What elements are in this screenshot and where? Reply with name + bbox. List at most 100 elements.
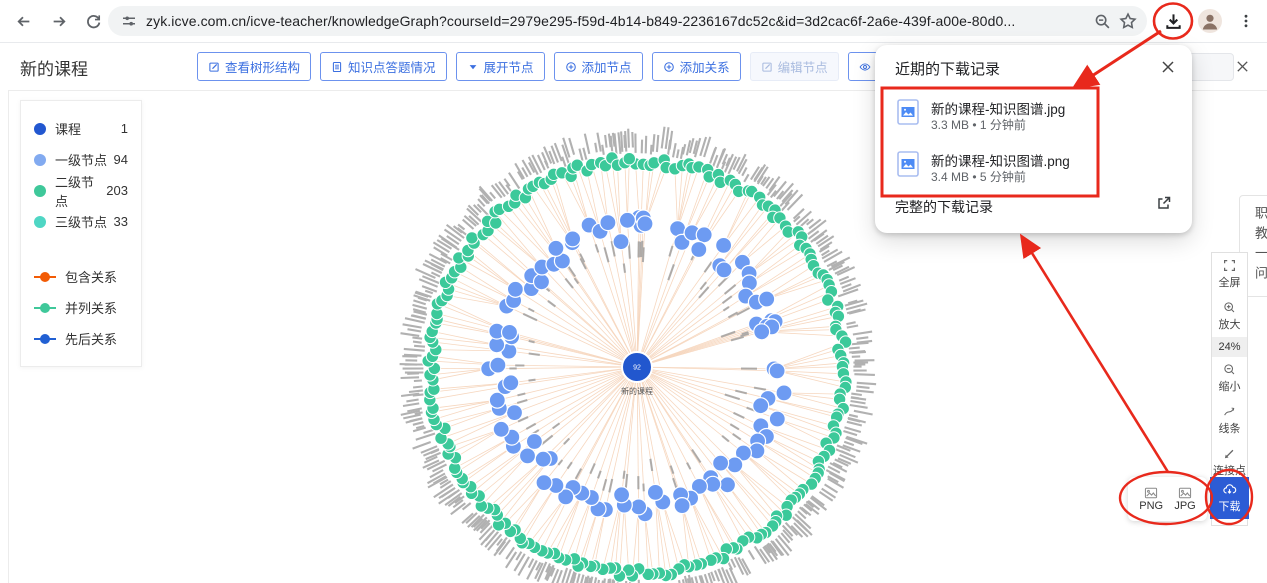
download-button-label: 下载 [1219,498,1241,514]
edit-square-icon [208,61,220,73]
line-curve-icon [1223,405,1236,418]
caret-down-icon [467,61,479,73]
download-item[interactable]: 新的课程-知识图谱.png3.4 MB • 5 分钟前 [875,149,1192,197]
close-icon[interactable] [1235,59,1251,75]
full-download-history-link[interactable]: 完整的下载记录 [895,197,993,217]
back-icon[interactable] [10,8,36,34]
legend-label: 包含关系 [65,267,128,286]
address-bar[interactable]: zyk.icve.com.cn/icve-teacher/knowledgeGr… [108,6,1147,36]
legend-label: 二级节点 [55,172,106,210]
document-icon [331,61,343,73]
image-file-icon [897,99,919,125]
pen-icon [1223,447,1236,460]
zoom-in-icon [1223,301,1236,314]
graph-legend: 课程1一级节点94二级节点203三级节点33包含关系并列关系先后关系 [20,100,142,367]
legend-relation-icon [34,302,56,314]
control-label: 连接点 [1213,462,1246,478]
toolbar-button-label: 查看树形结构 [225,57,300,76]
toolbar-button-label: 编辑节点 [778,57,828,76]
toolbar-button-knowledge-quiz-status[interactable]: 知识点答题情况 [320,52,447,81]
legend-relation-row: 先后关系 [34,323,128,354]
toolbar-button-view-tree-structure[interactable]: 查看树形结构 [197,52,311,81]
page-title: 新的课程 [20,55,88,80]
legend-node-row: 一级节点94 [34,144,128,175]
toolbar-button-label: 添加关系 [680,57,730,76]
url-text[interactable]: zyk.icve.com.cn/icve-teacher/knowledgeGr… [146,13,1085,29]
download-file-name: 新的课程-知识图谱.png [931,150,1070,170]
legend-dot-icon [34,216,46,228]
toolbar-button-add-node[interactable]: 添加节点 [554,52,643,81]
download-file-meta: 3.3 MB • 1 分钟前 [931,116,1026,133]
image-file-icon [1144,487,1158,499]
legend-count: 203 [106,183,128,198]
legend-dot-icon [34,123,46,135]
control-line-style[interactable]: 线条 [1212,399,1247,441]
toolbar-button-label: 知识点答题情况 [348,57,436,76]
control-label: 放大 [1219,316,1241,332]
legend-label: 先后关系 [65,329,128,348]
profile-avatar-icon[interactable] [1197,8,1223,34]
downloads-icon[interactable] [1160,8,1186,34]
legend-dot-icon [34,185,46,197]
legend-count: 33 [114,214,128,229]
bookmark-star-icon[interactable] [1119,12,1137,30]
legend-relation-icon [34,271,56,283]
legend-count: 94 [114,152,128,167]
zoom-level-badge: 24% [1212,337,1247,357]
export-format-popup: PNG JPG [1128,477,1207,521]
cloud-download-icon [1222,483,1237,496]
toolbar-button-add-relation[interactable]: 添加关系 [652,52,741,81]
zoom-indicator-icon[interactable] [1093,12,1111,30]
control-zoom-in[interactable]: 放大 [1212,295,1247,337]
popup-title: 近期的下载记录 [895,58,1000,79]
export-label: PNG [1139,500,1163,512]
legend-relation-row: 包含关系 [34,261,128,292]
download-file-name: 新的课程-知识图谱.jpg [931,98,1065,118]
download-history-popup: 近期的下载记录 新的课程-知识图谱.jpg3.3 MB • 1 分钟前新的课程-… [875,45,1192,233]
legend-node-row: 三级节点33 [34,206,128,237]
legend-node-row: 二级节点203 [34,175,128,206]
control-zoom-out[interactable]: 缩小 [1212,357,1247,399]
reload-icon[interactable] [80,8,106,34]
fullscreen-icon [1223,259,1236,272]
site-settings-icon[interactable] [120,12,138,30]
toolbar-button-expand-nodes[interactable]: 展开节点 [456,52,545,81]
download-file-meta: 3.4 MB • 5 分钟前 [931,168,1026,185]
legend-relation-row: 并列关系 [34,292,128,323]
toolbar-button-edit-node: 编辑节点 [750,52,839,81]
graph-center-node[interactable]: 92 新的课程 [621,352,653,396]
export-label: JPG [1174,500,1195,512]
forward-icon[interactable] [46,8,72,34]
browser-toolbar: zyk.icve.com.cn/icve-teacher/knowledgeGr… [0,0,1267,43]
legend-label: 并列关系 [65,298,128,317]
external-link-icon[interactable] [1156,195,1172,211]
plus-circle-icon [565,61,577,73]
control-label: 全屏 [1219,274,1241,290]
control-fullscreen[interactable]: 全屏 [1212,253,1247,295]
toolbar-button-label: 添加节点 [582,57,632,76]
download-button[interactable]: 下载 [1210,477,1249,519]
legend-relation-icon [34,333,56,345]
download-item[interactable]: 新的课程-知识图谱.jpg3.3 MB • 1 分钟前 [875,97,1192,145]
popup-close-icon[interactable] [1160,59,1176,75]
legend-label: 一级节点 [55,150,114,169]
legend-label: 三级节点 [55,212,114,231]
svg-text:92: 92 [633,365,641,372]
control-label: 缩小 [1219,378,1241,394]
legend-label: 课程 [55,119,121,138]
graph-toolbar: 查看树形结构知识点答题情况展开节点添加节点添加关系编辑节点查看资源 [197,52,982,81]
control-label: 线条 [1219,420,1241,436]
kebab-menu-icon[interactable] [1233,8,1259,34]
export-jpg-button[interactable]: JPG [1174,487,1195,512]
eye-icon [859,61,871,73]
toolbar-button-label: 展开节点 [484,57,534,76]
legend-count: 1 [121,121,128,136]
svg-text:新的课程: 新的课程 [621,386,653,396]
export-png-button[interactable]: PNG [1139,487,1163,512]
zoom-out-icon [1223,363,1236,376]
edit-square-icon [761,61,773,73]
image-file-icon [1178,487,1192,499]
legend-dot-icon [34,154,46,166]
image-file-icon [897,151,919,177]
plus-circle-icon [663,61,675,73]
